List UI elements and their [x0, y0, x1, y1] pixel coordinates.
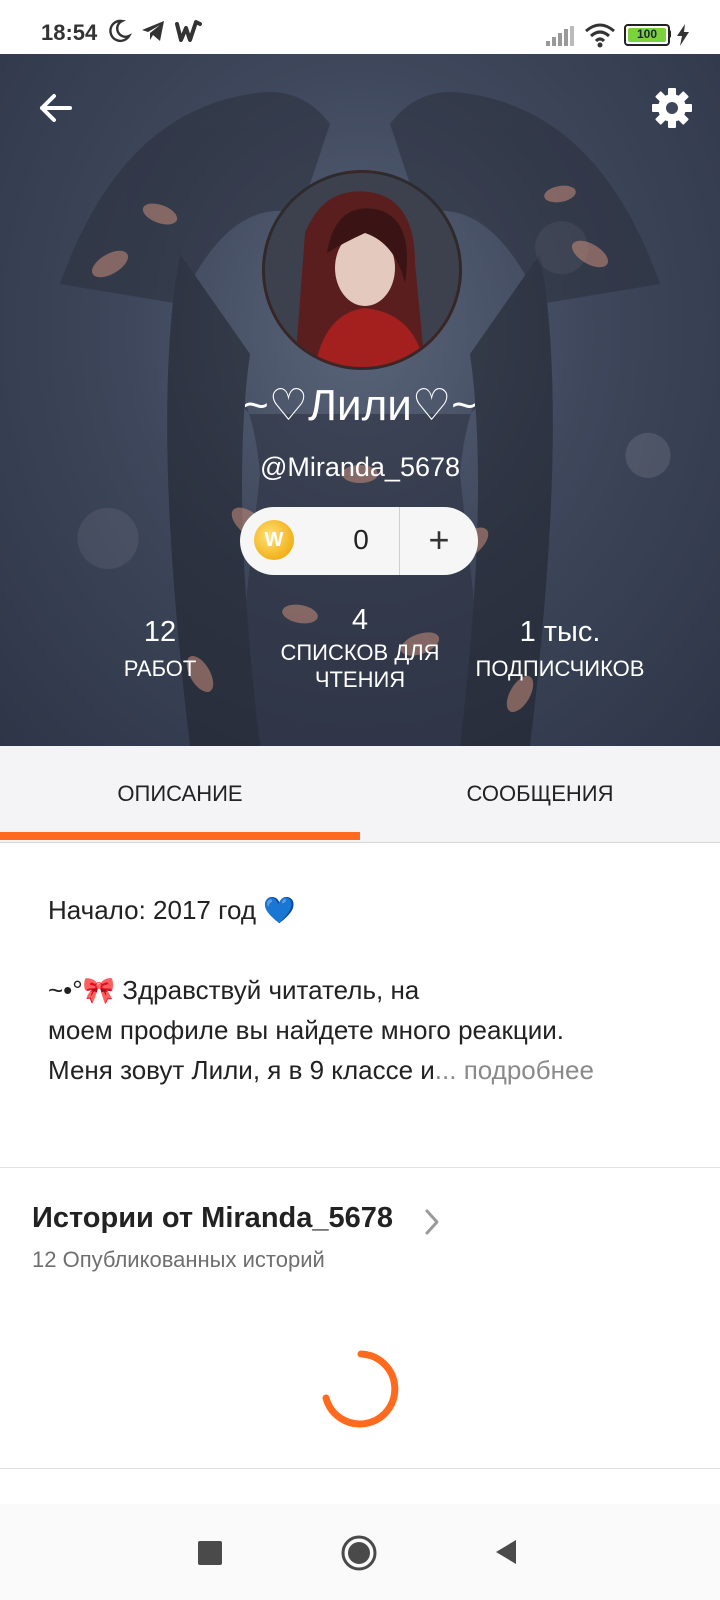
stat-reading-lists[interactable]: 4 СПИСКОВ ДЛЯ ЧТЕНИЯ: [270, 604, 450, 693]
loading-spinner-icon: [322, 1350, 399, 1428]
add-coins-button[interactable]: +: [400, 507, 478, 575]
wattpad-icon: [175, 20, 202, 42]
stat-works-value: 12: [143, 616, 177, 648]
avatar-image: [265, 173, 459, 367]
stat-followers-label: ПОДПИСЧИКОВ: [475, 656, 645, 681]
stat-reading-lists-value: 4: [351, 604, 369, 636]
charging-icon: [677, 24, 689, 46]
description-line: Меня зовут Лили, я в 9 классе и: [48, 1055, 435, 1085]
back-triangle-icon[interactable]: [494, 1538, 518, 1566]
stat-works-label: РАБОТ: [123, 656, 197, 681]
active-tab-indicator: [0, 832, 360, 840]
profile-tabs: ОПИСАНИЕ СООБЩЕНИЯ: [0, 746, 720, 843]
stat-followers-value: 1 тыс.: [519, 616, 601, 648]
username: @Miranda_5678: [259, 452, 461, 482]
moon-icon: [109, 19, 132, 43]
display-name: ~♡Лили♡~: [243, 381, 477, 430]
wifi-icon: [585, 23, 615, 48]
settings-gear-icon[interactable]: [650, 86, 694, 130]
home-icon[interactable]: [340, 1534, 378, 1572]
stat-reading-lists-label-line1: СПИСКОВ ДЛЯ: [280, 640, 440, 665]
stories-count: 12 Опубликованных историй: [32, 1247, 325, 1272]
chevron-right-icon[interactable]: [424, 1208, 440, 1236]
description-line: моем профиле вы найдете много реакции.: [48, 1015, 565, 1045]
coin-count: 0: [353, 524, 369, 555]
stories-section-title[interactable]: Истории от Miranda_5678: [32, 1202, 393, 1235]
avatar[interactable]: [262, 170, 462, 370]
read-more-link[interactable]: ... подробнее: [435, 1055, 594, 1085]
profile-header: ~♡Лили♡~ @Miranda_5678 W 0 + 12 РАБОТ 4 …: [0, 54, 720, 746]
tab-messages[interactable]: СООБЩЕНИЯ: [360, 746, 720, 842]
battery-icon: 100: [624, 24, 670, 46]
back-arrow-icon[interactable]: [36, 88, 76, 128]
status-time: 18:54: [41, 20, 98, 45]
section-divider: [0, 1167, 720, 1168]
signal-icon: [546, 26, 574, 46]
stat-works[interactable]: 12 РАБОТ: [100, 616, 220, 682]
coin-icon: W: [254, 520, 294, 560]
telegram-icon: [142, 21, 164, 41]
stat-reading-lists-label-line2: ЧТЕНИЯ: [314, 667, 406, 692]
tab-description[interactable]: ОПИСАНИЕ: [0, 746, 360, 842]
stat-followers[interactable]: 1 тыс. ПОДПИСЧИКОВ: [466, 616, 654, 682]
recent-apps-icon[interactable]: [198, 1541, 222, 1565]
section-divider: [0, 1468, 720, 1469]
coin-balance-pill: W 0 +: [240, 507, 478, 575]
status-bar: 18:54 100: [0, 0, 720, 54]
profile-description: Начало: 2017 год 💙 ~•°🎀 Здравствуй читат…: [48, 890, 688, 1090]
battery-tip: [668, 30, 671, 38]
description-line: Начало: 2017 год 💙: [48, 895, 296, 925]
battery-level: 100: [636, 27, 658, 41]
description-line: ~•°🎀 Здравствуй читатель, на: [48, 975, 420, 1005]
